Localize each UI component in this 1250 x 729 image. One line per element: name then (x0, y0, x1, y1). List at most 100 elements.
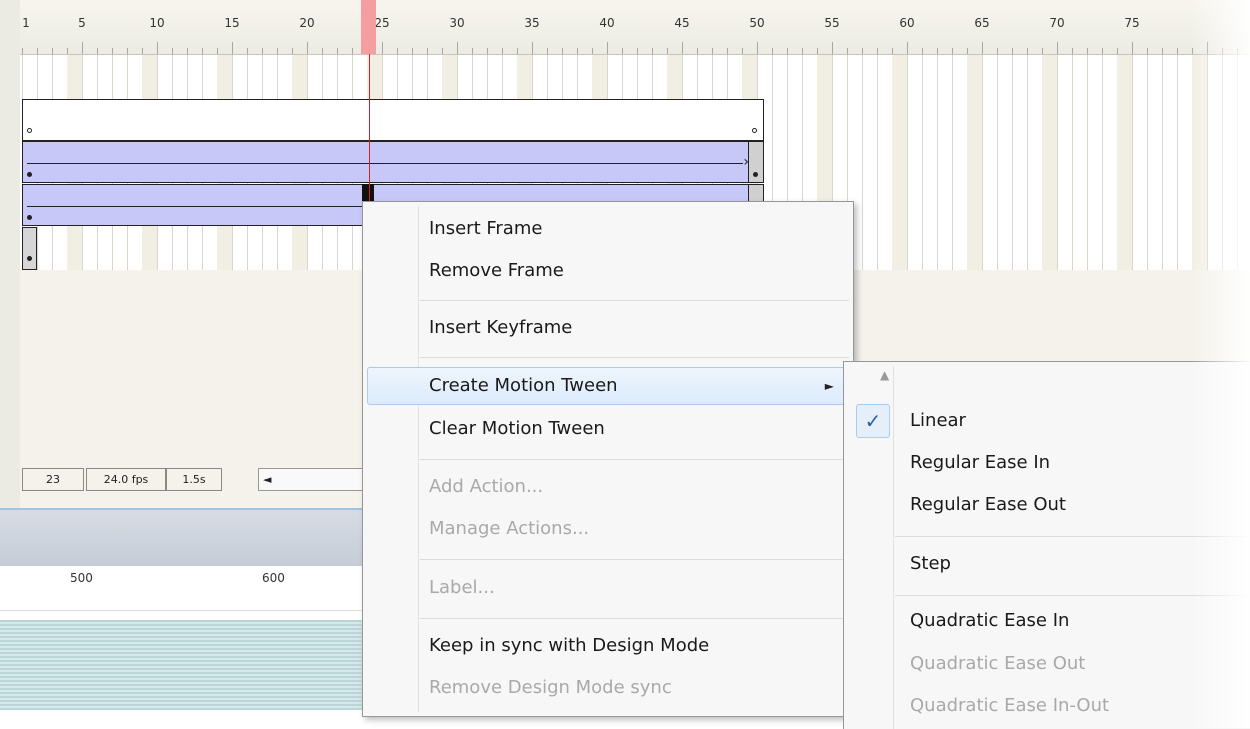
menu-item-clear-motion-tween[interactable]: Clear Motion Tween (367, 410, 849, 448)
ruler-tick (712, 48, 713, 54)
menu-item-create-motion-tween[interactable]: Create Motion Tween ► (367, 367, 849, 405)
ruler-tick (907, 42, 908, 54)
ruler-tick (127, 48, 128, 54)
menu-item-add-action[interactable]: Add Action... (367, 468, 849, 506)
menu-item-manage-actions[interactable]: Manage Actions... (367, 510, 849, 548)
menu-item-label: Keep in sync with Design Mode (429, 635, 710, 656)
submenu-item-label: Quadratic Ease In-Out (910, 695, 1110, 716)
submenu-item-regular-ease-in[interactable]: Regular Ease In (848, 444, 1250, 482)
ruler-tick (412, 48, 413, 54)
layer-row-tween-1[interactable]: › (22, 141, 764, 183)
elapsed-time-readout: 1.5s (166, 468, 222, 491)
menu-item-label: Create Motion Tween (429, 375, 618, 396)
grid-line (1207, 55, 1208, 270)
ruler-tick (772, 48, 773, 54)
ruler-tick (1087, 48, 1088, 54)
ruler-tick (427, 48, 428, 54)
grid-line (907, 55, 908, 270)
ruler-tick (97, 48, 98, 54)
ruler-tick (1042, 48, 1043, 54)
menu-separator (420, 300, 849, 301)
submenu-scroll-up-icon[interactable]: ▲ (880, 368, 889, 382)
ruler-tick (622, 48, 623, 54)
submenu-item-quadratic-ease-in[interactable]: Quadratic Ease In (848, 602, 1250, 640)
submenu-item-quadratic-ease-out[interactable]: Quadratic Ease Out (848, 645, 1250, 683)
submenu-item-linear[interactable]: ✓ Linear (848, 402, 1250, 440)
submenu-item-label: Quadratic Ease In (910, 610, 1070, 631)
ruler-tick (67, 48, 68, 54)
grid-line (982, 55, 983, 270)
submenu-item-step[interactable]: Step (848, 545, 1250, 583)
menu-item-label: Insert Frame (429, 218, 543, 239)
ruler-label: 5 (78, 16, 86, 30)
ruler-tick (757, 42, 758, 54)
playhead-handle[interactable] (361, 0, 376, 54)
grid-line (1057, 55, 1058, 270)
ruler-tick (1192, 48, 1193, 54)
submenu-item-regular-ease-out[interactable]: Regular Ease Out (848, 486, 1250, 524)
ruler-tick (277, 48, 278, 54)
ruler-tick (922, 48, 923, 54)
layer-row-keyframe-only[interactable] (22, 227, 37, 270)
menu-item-label: Add Action... (429, 476, 544, 497)
ruler-tick (1057, 42, 1058, 54)
ruler-tick (187, 48, 188, 54)
menu-separator (420, 357, 849, 358)
timeline-ruler[interactable]: 1 5 10 15 20 25 30 35 40 45 50 55 60 65 70 75 (20, 0, 1250, 55)
ruler-tick (307, 42, 308, 54)
ruler-tick (577, 48, 578, 54)
grid-line (922, 55, 923, 270)
lower-panel-track (0, 620, 370, 710)
grid-line (1087, 55, 1088, 270)
scroll-left-arrow-icon[interactable]: ◄ (263, 473, 271, 486)
panel-ruler-label: 600 (262, 571, 285, 585)
ruler-tick (247, 48, 248, 54)
grid-line (952, 55, 953, 270)
ruler-tick (502, 48, 503, 54)
tween-end-keyframe[interactable] (748, 142, 763, 182)
menu-item-remove-frame[interactable]: Remove Frame (367, 252, 849, 290)
ruler-label: 65 (974, 16, 990, 30)
ruler-tick (1027, 48, 1028, 54)
ruler-label: 15 (224, 16, 240, 30)
menu-item-label: Remove Frame (429, 260, 564, 281)
submenu-item-label: Linear (910, 410, 966, 431)
keyframe-dot (27, 256, 32, 261)
ruler-tick (202, 48, 203, 54)
ruler-label: 40 (599, 16, 615, 30)
ruler-tick (637, 48, 638, 54)
submenu-item-label: Step (910, 553, 951, 574)
menu-item-label-frame[interactable]: Label... (367, 569, 849, 607)
ruler-tick (172, 48, 173, 54)
ruler-tick (1117, 48, 1118, 54)
grid-line (1012, 55, 1013, 270)
ruler-tick (292, 48, 293, 54)
menu-item-insert-keyframe[interactable]: Insert Keyframe (367, 309, 849, 347)
ruler-tick (817, 48, 818, 54)
ruler-tick (322, 48, 323, 54)
submenu-item-quadratic-ease-in-out[interactable]: Quadratic Ease In-Out (848, 687, 1250, 725)
panel-ruler-label: 500 (70, 571, 93, 585)
menu-item-insert-frame[interactable]: Insert Frame (367, 210, 849, 248)
ruler-tick (592, 48, 593, 54)
grid-column-shade (1192, 55, 1207, 270)
ruler-tick (157, 42, 158, 54)
ruler-tick (982, 42, 983, 54)
motion-tween-easing-submenu: ▲ ✓ Linear Regular Ease In Regular Ease … (843, 361, 1250, 729)
ruler-tick (337, 48, 338, 54)
ruler-label: 60 (899, 16, 915, 30)
layer-row-static[interactable] (22, 99, 764, 141)
grid-column-shade (892, 55, 907, 270)
menu-item-keep-in-sync[interactable]: Keep in sync with Design Mode (367, 627, 849, 665)
ruler-tick (832, 42, 833, 54)
ruler-tick (52, 48, 53, 54)
ruler-tick (1237, 48, 1238, 54)
lower-panel-header (0, 508, 370, 568)
grid-line (1027, 55, 1028, 270)
grid-line (877, 55, 878, 270)
ruler-tick (952, 48, 953, 54)
ruler-tick (1012, 48, 1013, 54)
menu-item-label: Clear Motion Tween (429, 418, 605, 439)
menu-item-remove-design-sync[interactable]: Remove Design Mode sync (367, 669, 849, 707)
ruler-tick (232, 42, 233, 54)
